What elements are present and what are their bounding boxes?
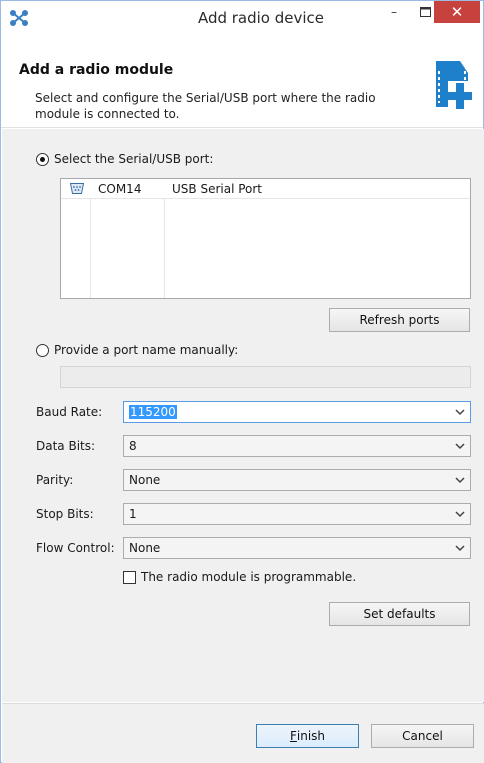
minimize-button[interactable]: – — [379, 1, 409, 23]
chevron-down-icon — [455, 477, 465, 484]
cancel-button[interactable]: Cancel — [371, 724, 474, 748]
flow-control-value: None — [129, 541, 161, 555]
title-bar: Add radio device – ✕ — [1, 1, 483, 34]
baud-rate-value: 115200 — [129, 405, 177, 419]
chevron-down-icon — [455, 409, 465, 416]
programmable-checkbox-row[interactable]: The radio module is programmable. — [123, 570, 356, 584]
parity-value: None — [129, 473, 161, 487]
finish-button[interactable]: Finish — [256, 724, 359, 748]
serial-port-icon — [70, 183, 84, 194]
radio-selected-indicator — [36, 152, 49, 166]
flow-control-label: Flow Control: — [36, 541, 115, 555]
programmable-checkbox[interactable] — [123, 570, 136, 584]
header-title: Add a radio module — [19, 62, 174, 78]
app-icon — [10, 10, 28, 26]
port-description: USB Serial Port — [172, 182, 263, 196]
header-description: Select and configure the Serial/USB port… — [35, 91, 376, 121]
xbee-add-icon — [436, 61, 472, 111]
flow-control-select[interactable]: None — [123, 537, 471, 559]
stop-bits-value: 1 — [129, 507, 137, 521]
maximize-icon — [419, 7, 431, 17]
set-defaults-button[interactable]: Set defaults — [329, 602, 470, 626]
close-icon: ✕ — [450, 3, 464, 21]
close-button[interactable]: ✕ — [434, 1, 480, 23]
chevron-down-icon — [455, 545, 465, 552]
port-name: COM14 — [98, 182, 142, 196]
data-bits-value: 8 — [129, 439, 137, 453]
manual-port-label: Provide a port name manually: — [54, 343, 239, 357]
finish-mnemonic: F — [289, 729, 297, 743]
data-bits-label: Data Bits: — [36, 439, 96, 453]
baud-rate-select[interactable]: 115200 — [123, 401, 471, 423]
manual-port-radio[interactable]: Provide a port name manually: — [36, 343, 238, 357]
parity-select[interactable]: None — [123, 469, 471, 491]
chevron-down-icon — [455, 511, 465, 518]
port-list[interactable]: COM14 USB Serial Port — [60, 178, 471, 299]
finish-label-rest: inish — [296, 729, 326, 743]
baud-rate-label: Baud Rate: — [36, 405, 103, 419]
programmable-label: The radio module is programmable. — [141, 570, 357, 584]
window-title: Add radio device — [197, 9, 325, 27]
stop-bits-label: Stop Bits: — [36, 507, 94, 521]
select-port-label: Select the Serial/USB port: — [54, 152, 214, 166]
chevron-down-icon — [455, 443, 465, 450]
stop-bits-select[interactable]: 1 — [123, 503, 471, 525]
manual-port-input[interactable] — [60, 366, 471, 388]
radio-unselected-indicator — [36, 343, 49, 357]
port-list-row[interactable]: COM14 USB Serial Port — [61, 179, 470, 199]
parity-label: Parity: — [36, 473, 74, 487]
select-port-radio[interactable]: Select the Serial/USB port: — [36, 152, 213, 166]
minimize-icon: – — [391, 5, 397, 19]
add-radio-device-window: Add radio device – ✕ Add a radio module … — [0, 0, 484, 763]
data-bits-select[interactable]: 8 — [123, 435, 471, 457]
refresh-ports-button[interactable]: Refresh ports — [329, 308, 470, 332]
